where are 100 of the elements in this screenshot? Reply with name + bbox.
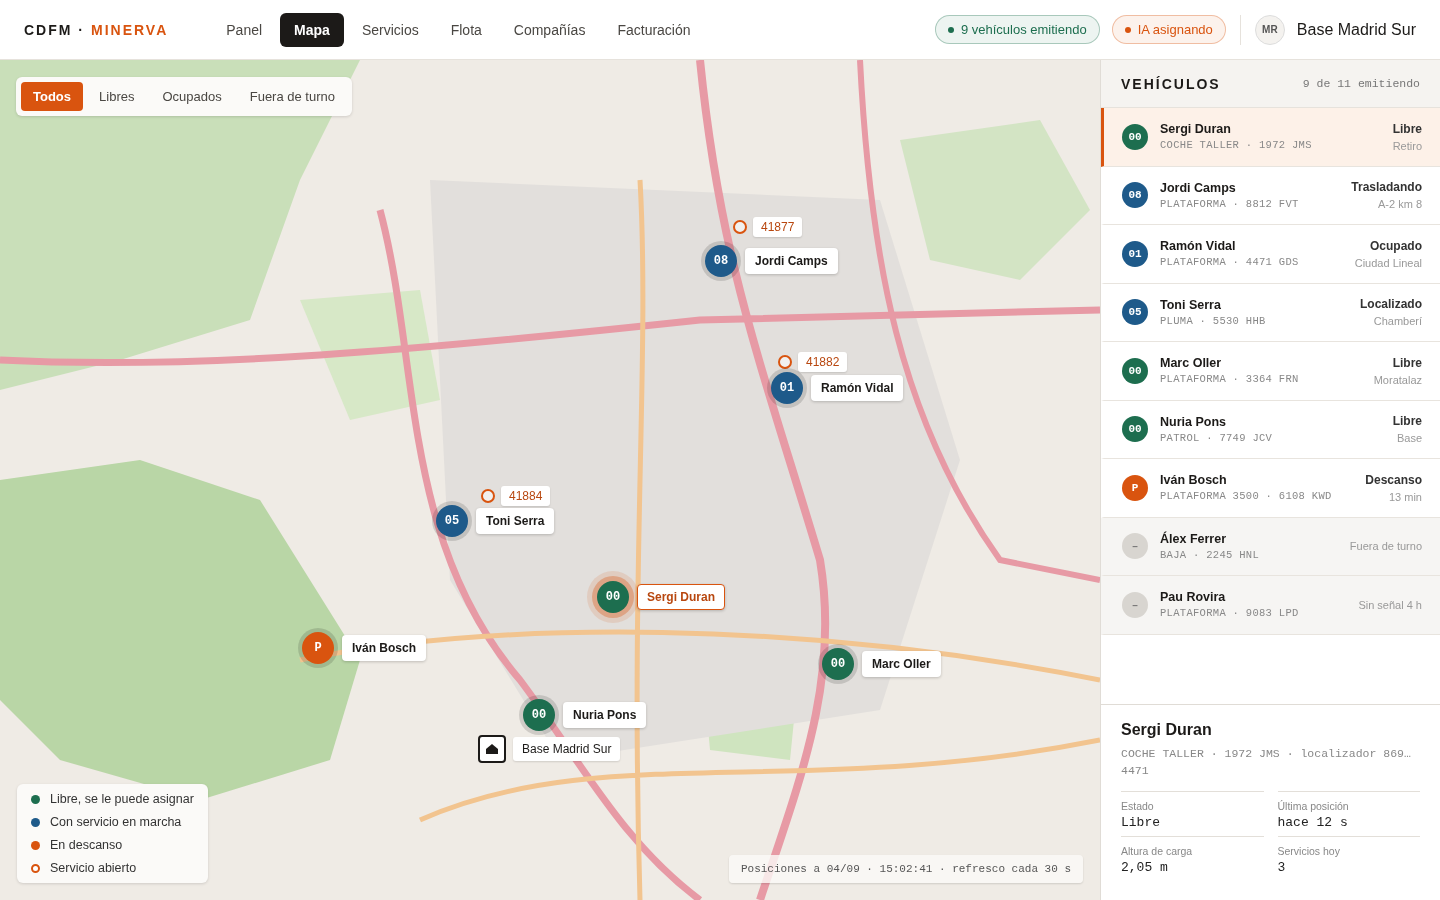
vehicle-location: Moratalaz bbox=[1373, 373, 1422, 386]
brand-name: MINERVA bbox=[91, 21, 169, 38]
status-badge: 01 bbox=[1122, 240, 1148, 267]
vehicle-label: Ramón Vidal bbox=[811, 375, 904, 401]
status-badge: 00 bbox=[1122, 416, 1148, 443]
status-badge: – bbox=[1122, 591, 1148, 618]
driver-name: Sergi Duran bbox=[1160, 122, 1232, 137]
vehicle-row[interactable]: 05 Toni Serra PLUMA · 5530 HHB Localizado Chamberí bbox=[1101, 283, 1440, 342]
vehicle-row[interactable]: 08 Jordi Camps PLATAFORMA · 8812 FVT Trasladando A-2 km 8 bbox=[1101, 166, 1440, 225]
update-status: Posiciones a 04/09 · 15:02:41 · refresco cada 30 s bbox=[728, 855, 1083, 883]
driver-name: Pau Rovira bbox=[1160, 590, 1227, 605]
nav-tab[interactable]: Facturación bbox=[603, 12, 705, 47]
vehicle-row[interactable]: 00 Marc Oller PLATAFORMA · 3364 FRN Libre Moratalaz bbox=[1101, 342, 1440, 401]
field-value: 2,05 m bbox=[1121, 860, 1169, 875]
field-value: 3 bbox=[1277, 860, 1287, 875]
driver-name: Marc Oller bbox=[1160, 356, 1223, 371]
service-label: 41884 bbox=[501, 486, 551, 506]
driver-name: Ramón Vidal bbox=[1160, 239, 1237, 254]
vehicle-row[interactable]: 01 Ramón Vidal PLATAFORMA · 4471 GDS Ocupado Ciudad Lineal bbox=[1101, 225, 1440, 284]
status-badge: – bbox=[1122, 533, 1148, 560]
detail-meta: COCHE TALLER · 1972 JMS · localizador 869… bbox=[1121, 746, 1412, 762]
vehicle-status: Ocupado bbox=[1370, 238, 1422, 253]
vehicle-status: Libre bbox=[1392, 355, 1422, 370]
vehicle-status: Localizado bbox=[1360, 297, 1422, 312]
driver-name: Álex Ferrer bbox=[1160, 531, 1227, 546]
vehicle-label: Nuria Pons bbox=[563, 702, 647, 728]
brand-name: CDFM · bbox=[24, 21, 85, 38]
vehicle-location: Chamberí bbox=[1373, 315, 1422, 328]
vehicle-label: Sergi Duran bbox=[637, 584, 725, 610]
detail-meta: 4471 bbox=[1121, 763, 1150, 779]
service-marker[interactable] bbox=[733, 220, 747, 234]
vehicle-location: Base bbox=[1396, 432, 1422, 445]
service-label: 41882 bbox=[798, 352, 848, 372]
vehicle-detail: PLATAFORMA · 3364 FRN bbox=[1160, 373, 1300, 386]
driver-name: Nuria Pons bbox=[1160, 414, 1227, 429]
vehicle-status: Fuera de turno bbox=[1349, 540, 1422, 553]
vehicle-detail: PLATAFORMA 3500 · 6108 KWD bbox=[1160, 490, 1333, 503]
home-icon[interactable] bbox=[478, 735, 506, 763]
vehicle-status: Sin señal 4 h bbox=[1358, 598, 1422, 611]
vehicle-row[interactable]: – Álex Ferrer BAJA · 2245 HNL Fuera de turno bbox=[1101, 517, 1440, 576]
vehicle-location: A-2 km 8 bbox=[1378, 198, 1422, 211]
legend-label: Libre, se le puede asignar bbox=[50, 792, 194, 806]
user-avatar[interactable]: MR bbox=[1254, 14, 1285, 45]
status-badge: 00 bbox=[1122, 357, 1148, 384]
vehicle-row[interactable]: 00 Sergi Duran COCHE TALLER · 1972 JMS Libre Retiro bbox=[1101, 108, 1440, 167]
vehicle-row[interactable]: – Pau Rovira PLATAFORMA · 9083 LPD Sin señal 4 h bbox=[1101, 576, 1440, 635]
vehicle-label: Marc Oller bbox=[862, 651, 941, 677]
driver-name: Jordi Camps bbox=[1160, 180, 1237, 195]
filter-tab[interactable]: Ocupados bbox=[150, 82, 234, 111]
nav-tab[interactable]: Servicios bbox=[347, 12, 433, 47]
vehicle-status: Libre bbox=[1392, 121, 1422, 136]
field-label: Altura de carga bbox=[1121, 845, 1194, 857]
pill-label: 9 vehículos emitiendo bbox=[960, 22, 1087, 37]
vehicle-detail: COCHE TALLER · 1972 JMS bbox=[1160, 139, 1313, 152]
driver-name: Iván Bosch bbox=[1160, 473, 1228, 488]
vehicle-label: Iván Bosch bbox=[342, 635, 427, 661]
status-badge: P bbox=[1122, 474, 1148, 501]
vehicle-row[interactable]: 00 Nuria Pons PATROL · 7749 JCV Libre Base bbox=[1101, 400, 1440, 459]
vehicle-count: 9 de 11 emitiendo bbox=[1302, 77, 1420, 90]
legend-label: Con servicio en marcha bbox=[50, 815, 182, 829]
pill-label: IA asignando bbox=[1137, 22, 1213, 37]
vehicle-detail: BAJA · 2245 HNL bbox=[1160, 548, 1260, 561]
detail-name: Sergi Duran bbox=[1121, 721, 1213, 739]
vehicle-label: Toni Serra bbox=[476, 508, 555, 534]
vehicle-status: Trasladando bbox=[1351, 180, 1422, 195]
vehicle-location: Ciudad Lineal bbox=[1354, 256, 1422, 269]
vehicle-detail: PLATAFORMA · 9083 LPD bbox=[1160, 607, 1300, 620]
driver-name: Toni Serra bbox=[1160, 297, 1222, 312]
field-label: Estado bbox=[1121, 800, 1155, 812]
field-label: Servicios hoy bbox=[1277, 845, 1341, 857]
vehicle-status: Descanso bbox=[1365, 472, 1422, 487]
nav-tab[interactable]: Panel bbox=[212, 12, 277, 47]
vehicle-location: 13 min bbox=[1388, 490, 1422, 503]
vehicle-detail: PLATAFORMA · 4471 GDS bbox=[1160, 256, 1300, 269]
vehicle-label: Jordi Camps bbox=[745, 248, 838, 274]
field-label: Última posición bbox=[1277, 800, 1350, 812]
status-badge: 08 bbox=[1122, 182, 1148, 209]
nav-tab[interactable]: Compañías bbox=[499, 12, 600, 47]
base-label: Base Madrid Sur bbox=[513, 737, 621, 761]
nav-tab[interactable]: Flota bbox=[436, 12, 496, 47]
user-name: Base Madrid Sur bbox=[1296, 20, 1416, 39]
vehicle-detail: PLATAFORMA · 8812 FVT bbox=[1160, 197, 1300, 210]
service-marker[interactable] bbox=[778, 355, 792, 369]
field-value: Libre bbox=[1121, 815, 1161, 830]
service-label: 41877 bbox=[753, 217, 803, 237]
panel-title: VEHÍCULOS bbox=[1121, 75, 1221, 92]
service-marker[interactable] bbox=[481, 489, 495, 503]
field-value: hace 12 s bbox=[1277, 815, 1349, 830]
filter-tab[interactable]: Libres bbox=[87, 82, 147, 111]
vehicle-detail: PATROL · 7749 JCV bbox=[1160, 431, 1274, 444]
status-badge: 05 bbox=[1122, 299, 1148, 326]
vehicle-status: Libre bbox=[1392, 414, 1422, 429]
legend-label: Servicio abierto bbox=[50, 861, 137, 875]
nav-tab[interactable]: Mapa bbox=[280, 12, 344, 47]
filter-tab[interactable]: Todos bbox=[21, 82, 84, 111]
vehicle-detail: PLUMA · 5530 HHB bbox=[1160, 314, 1267, 327]
vehicle-row[interactable]: P Iván Bosch PLATAFORMA 3500 · 6108 KWD Descanso 13 min bbox=[1101, 459, 1440, 518]
filter-tab[interactable]: Fuera de turno bbox=[237, 82, 347, 111]
status-badge: 00 bbox=[1122, 123, 1148, 150]
legend-label: En descanso bbox=[50, 838, 123, 852]
